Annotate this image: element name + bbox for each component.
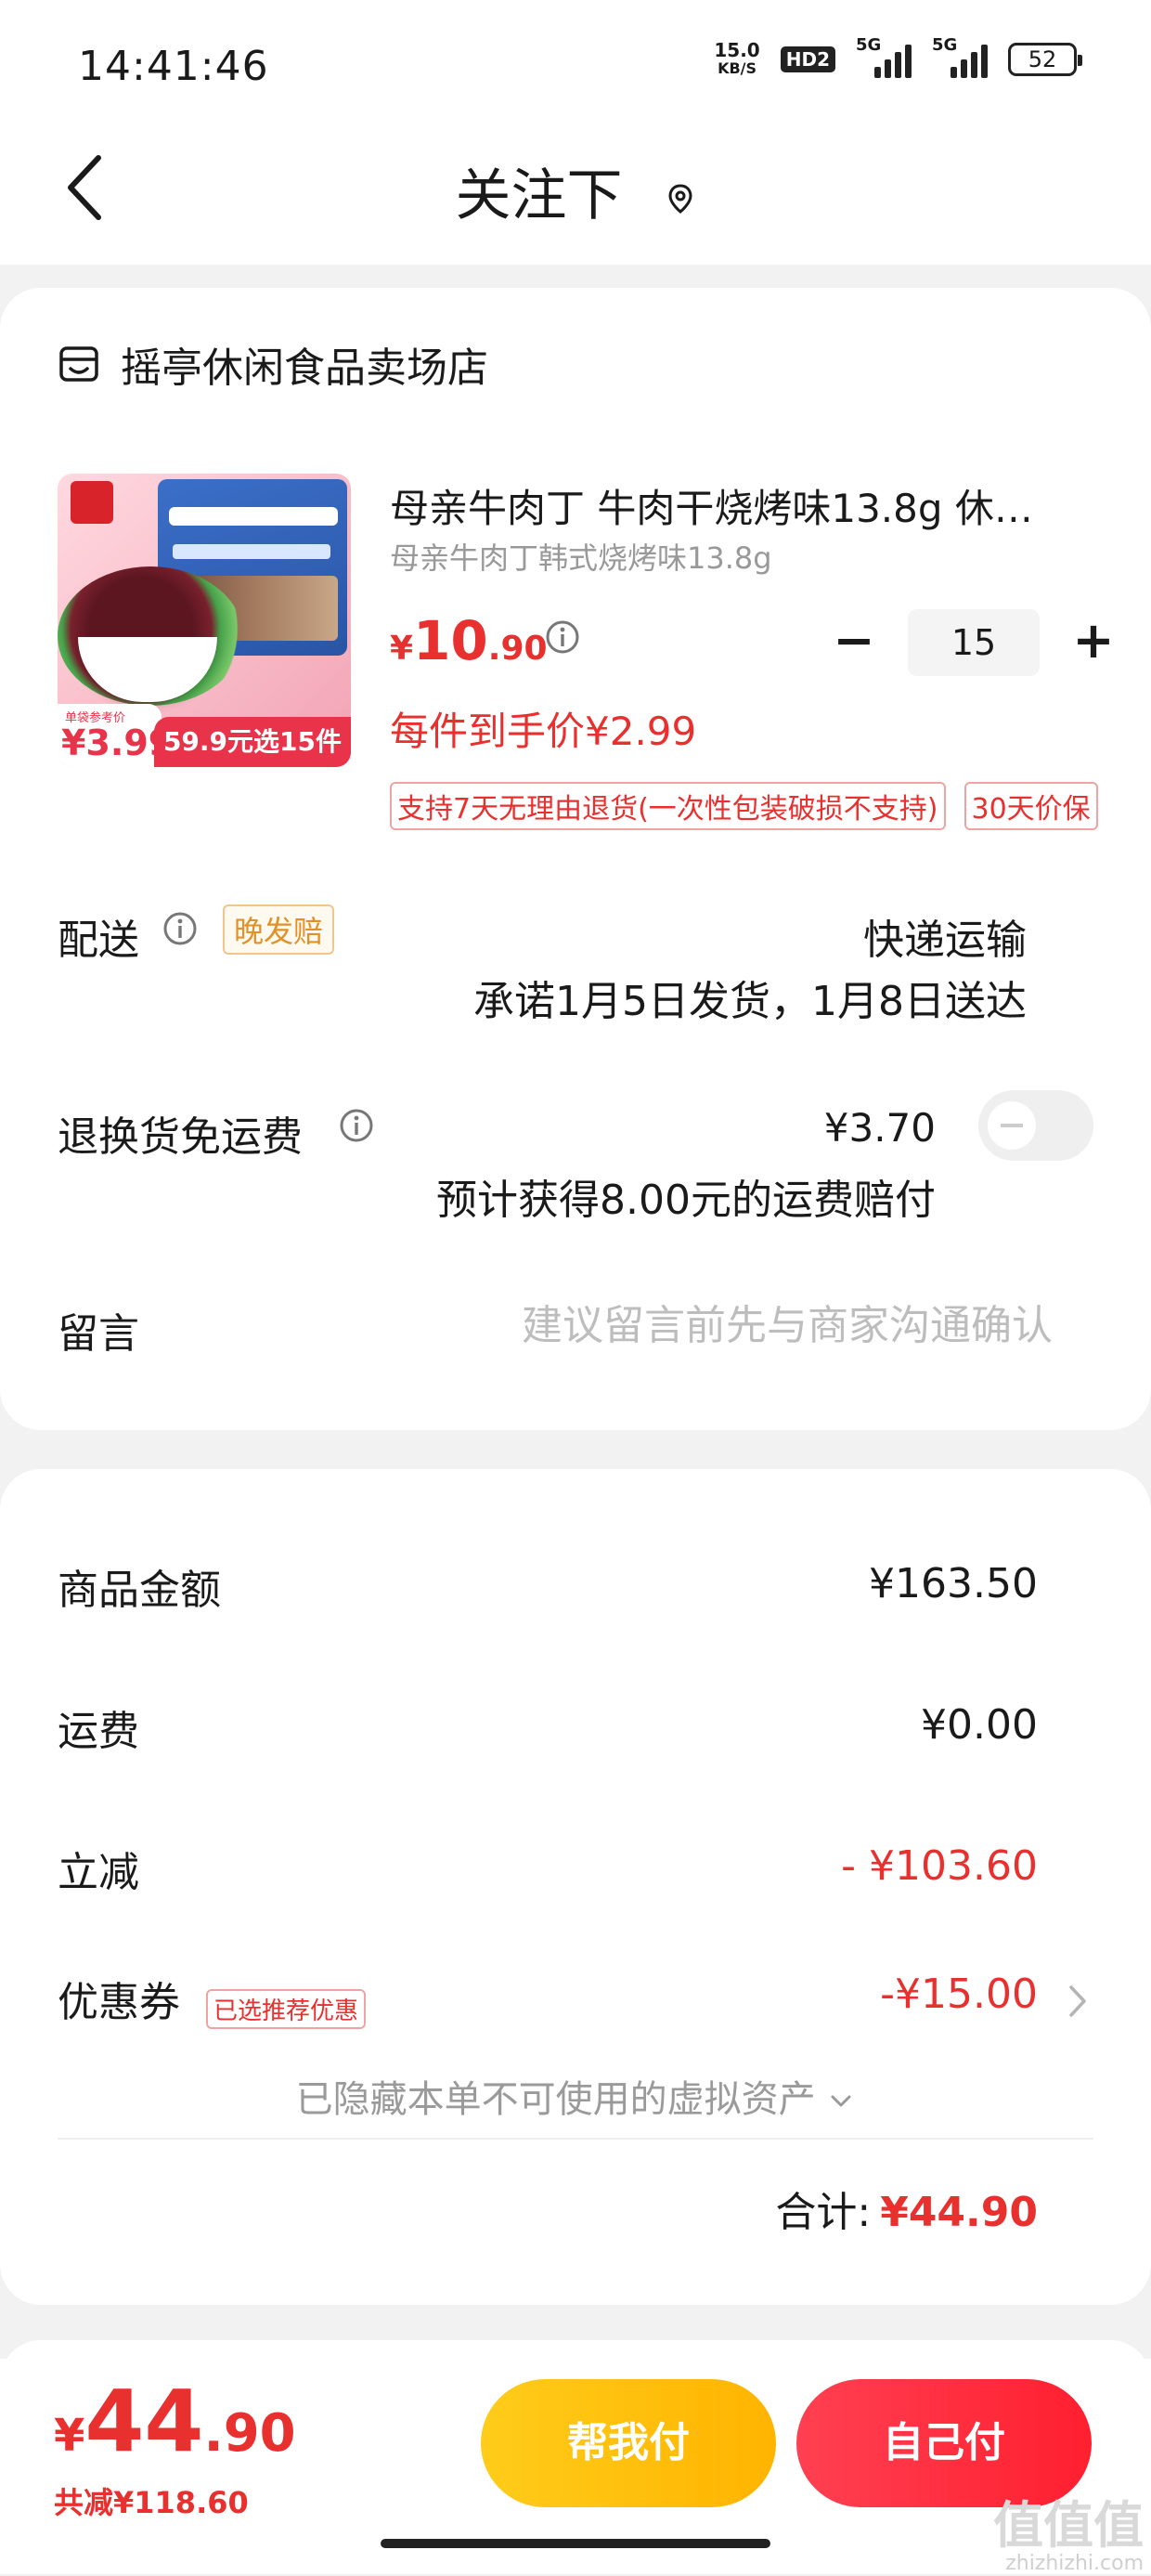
discount-label: 立减 [58, 1849, 139, 1896]
watermark-logo: 值值值 [993, 2496, 1144, 2555]
product-spec[interactable]: 母亲牛肉丁韩式烧烤味13.8g [390, 535, 772, 578]
watermark-url: zhizhizhi.com [1005, 2552, 1144, 2576]
reference-price-badge: 单袋参考价 ¥3.99 [58, 704, 173, 767]
pay-integer: 44 [84, 2372, 204, 2471]
signal-icon: 5G [856, 35, 912, 78]
goods-amount-label: 商品金额 [58, 1567, 221, 1614]
return-shipping-price: ¥3.70 [823, 1105, 936, 1151]
coupon-badge: 已选推荐优惠 [206, 1989, 367, 2029]
sim1-label: 5G [856, 35, 882, 55]
price-decimal: .90 [487, 630, 548, 668]
sim2-label: 5G [932, 35, 958, 55]
service-tags: 支持7天无理由退货(一次性包装破损不支持) 30天价保 [390, 782, 1098, 830]
total-value: ¥44.90 [880, 2189, 1038, 2236]
net-speed: 15.0 KB/S [714, 41, 759, 78]
price-summary-card: 商品金额 ¥163.50 运费 ¥0.00 立减 - ¥103.60 优惠券 已… [0, 1469, 1151, 2305]
product-price: ¥10.90 [390, 609, 548, 672]
return-policy-tag: 支持7天无理由退货(一次性包装破损不支持) [390, 782, 946, 830]
shipping-value: ¥0.00 [921, 1701, 1038, 1749]
info-icon[interactable] [544, 618, 581, 656]
delivery-label: 配送 [58, 917, 139, 964]
hidden-assets-toggle[interactable]: 已隐藏本单不可使用的虚拟资产 [0, 2069, 1151, 2123]
total-label: 合计: [775, 2189, 872, 2236]
increase-button[interactable]: + [1066, 615, 1121, 670]
status-bar: 14:41:46 15.0 KB/S HD2 5G 5G 52 [0, 0, 1151, 130]
return-compensation: 预计获得8.00元的运费赔付 [436, 1177, 936, 1224]
quantity-stepper: − 15 + [826, 609, 1121, 676]
nav-bar: 关注下 [0, 130, 1151, 265]
pay-amount: ¥44.90 [54, 2372, 296, 2471]
product-title[interactable]: 母亲牛肉丁 牛肉干烧烤味13.8g 休闲零食 [390, 477, 1058, 534]
info-icon[interactable] [338, 1107, 375, 1144]
store-icon [59, 346, 98, 382]
late-compensation-badge: 晚发赔 [223, 904, 335, 955]
battery-icon: 52 [1008, 43, 1082, 76]
decrease-button[interactable]: − [826, 615, 882, 670]
status-time: 14:41:46 [78, 43, 269, 90]
hd-icon: HD2 [780, 46, 835, 72]
return-shipping-toggle[interactable] [978, 1090, 1093, 1161]
info-icon[interactable] [162, 910, 199, 947]
delivery-promise: 承诺1月5日发货，1月8日送达 [473, 978, 1027, 1025]
net-speed-unit: KB/S [718, 59, 757, 77]
price-symbol: ¥ [390, 630, 414, 668]
page-title: 关注下 [0, 150, 1151, 231]
self-pay-button[interactable]: 自己付 [796, 2379, 1092, 2507]
toggle-knob [988, 1101, 1036, 1150]
goods-amount-value: ¥163.50 [869, 1560, 1038, 1607]
shop-row[interactable]: 摇亭休闲食品卖场店 [58, 334, 488, 394]
status-icons: 15.0 KB/S HD2 5G 5G 52 [714, 35, 1082, 78]
divider [58, 2138, 1093, 2140]
hidden-assets-text: 已隐藏本单不可使用的虚拟资产 [295, 2078, 816, 2121]
quantity-value[interactable]: 15 [908, 609, 1040, 676]
signal-icon-2: 5G [932, 35, 988, 78]
pay-decimal: .90 [203, 2403, 296, 2464]
help-pay-button[interactable]: 帮我付 [481, 2379, 776, 2507]
total-row: 合计: ¥44.90 [775, 2179, 1038, 2238]
net-speed-value: 15.0 [714, 39, 760, 61]
product-image[interactable]: 单袋参考价 ¥3.99 59.9元选15件 [58, 474, 351, 767]
return-shipping-label: 退换货免运费 [58, 1113, 303, 1161]
location-pin-icon[interactable] [665, 183, 696, 215]
shop-name: 摇亭休闲食品卖场店 [121, 345, 488, 392]
page-title-text: 关注下 [455, 163, 623, 228]
home-indicator[interactable] [381, 2539, 770, 2548]
unit-price: 每件到手价¥2.99 [390, 709, 697, 754]
note-input[interactable] [403, 1293, 1053, 1358]
brand-logo [71, 481, 113, 524]
note-label: 留言 [58, 1310, 139, 1358]
coupon-value[interactable]: -¥15.00 [880, 1971, 1038, 2018]
pay-symbol: ¥ [54, 2410, 85, 2462]
coupon-label[interactable]: 优惠券 [58, 1969, 180, 2028]
total-saved: 共减¥118.60 [54, 2485, 249, 2520]
price-integer: 10 [413, 609, 488, 672]
chevron-right-icon[interactable] [1064, 1978, 1092, 2024]
chevron-down-icon [831, 2095, 851, 2107]
promo-badge: 59.9元选15件 [153, 717, 351, 767]
watermark: 值值值 zhizhizhi.com [993, 2498, 1144, 2576]
order-item-card: 摇亭休闲食品卖场店 单袋参考价 ¥3.99 59.9元选15件 母亲牛肉丁 牛肉… [0, 288, 1151, 1430]
discount-value: - ¥103.60 [841, 1842, 1038, 1890]
delivery-method[interactable]: 快递运输 [863, 906, 1027, 966]
price-protect-tag: 30天价保 [963, 782, 1098, 830]
shipping-label: 运费 [58, 1708, 139, 1755]
